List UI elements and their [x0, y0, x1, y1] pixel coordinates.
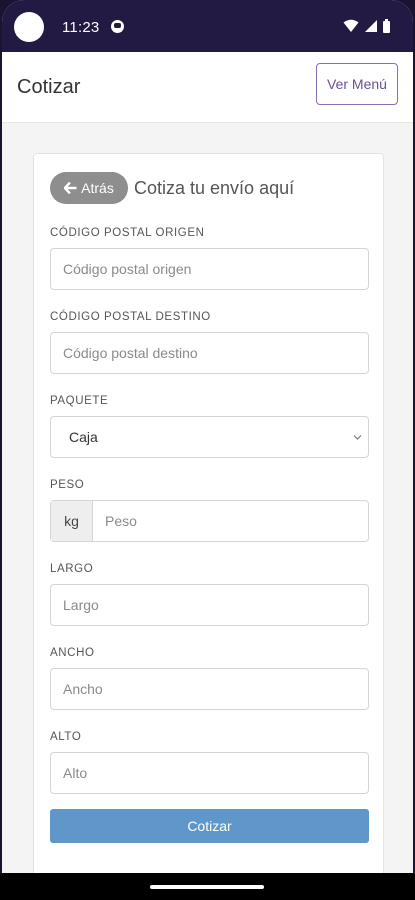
quote-submit-button[interactable]: Cotizar — [50, 809, 369, 843]
status-bar: 11:23 — [2, 0, 413, 52]
weight-input[interactable]: kg Peso — [50, 500, 369, 542]
camera-cutout-icon — [14, 12, 44, 42]
arrow-left-icon — [64, 182, 77, 194]
page-title: Cotizar — [17, 76, 81, 98]
status-time: 11:23 — [62, 19, 100, 36]
origin-postal-code-input[interactable]: Código postal origen — [50, 248, 369, 290]
length-label: LARGO — [50, 563, 94, 575]
width-placeholder: Ancho — [63, 681, 103, 697]
origin-label: CÓDIGO POSTAL ORIGEN — [50, 227, 205, 239]
quote-form-card: Atrás Cotiza tu envío aquí CÓDIGO POSTAL… — [33, 153, 384, 900]
signal-icon — [364, 20, 377, 32]
navigation-bar — [0, 873, 415, 900]
height-input[interactable]: Alto — [50, 752, 369, 794]
origin-placeholder: Código postal origen — [63, 261, 192, 277]
app-bar: Cotizar Ver Menú — [2, 52, 413, 123]
length-placeholder: Largo — [63, 597, 99, 613]
wifi-icon — [343, 19, 359, 32]
back-button[interactable]: Atrás — [50, 172, 128, 204]
home-gesture-handle[interactable] — [150, 885, 264, 889]
destination-postal-code-input[interactable]: Código postal destino — [50, 332, 369, 374]
width-label: ANCHO — [50, 647, 95, 659]
width-input[interactable]: Ancho — [50, 668, 369, 710]
destination-label: CÓDIGO POSTAL DESTINO — [50, 311, 211, 323]
height-label: ALTO — [50, 731, 82, 743]
weight-unit-addon: kg — [51, 501, 93, 541]
phone-screen: 11:23 Cotizar Ver Menú Atrás Cotiza tu e… — [2, 0, 413, 900]
weight-label: PESO — [50, 479, 85, 491]
height-placeholder: Alto — [63, 765, 88, 781]
length-input[interactable]: Largo — [50, 584, 369, 626]
notification-icon — [111, 20, 124, 33]
chevron-down-icon — [353, 435, 362, 440]
weight-placeholder: Peso — [105, 513, 137, 529]
system-icons — [343, 19, 391, 33]
card-heading: Cotiza tu envío aquí — [134, 178, 295, 198]
back-button-label: Atrás — [81, 180, 114, 196]
package-selected-value: Caja — [69, 429, 98, 445]
package-label: PAQUETE — [50, 395, 109, 407]
package-select[interactable]: Caja — [50, 416, 369, 458]
view-menu-button[interactable]: Ver Menú — [316, 63, 398, 105]
destination-placeholder: Código postal destino — [63, 345, 198, 361]
battery-icon — [383, 19, 390, 33]
